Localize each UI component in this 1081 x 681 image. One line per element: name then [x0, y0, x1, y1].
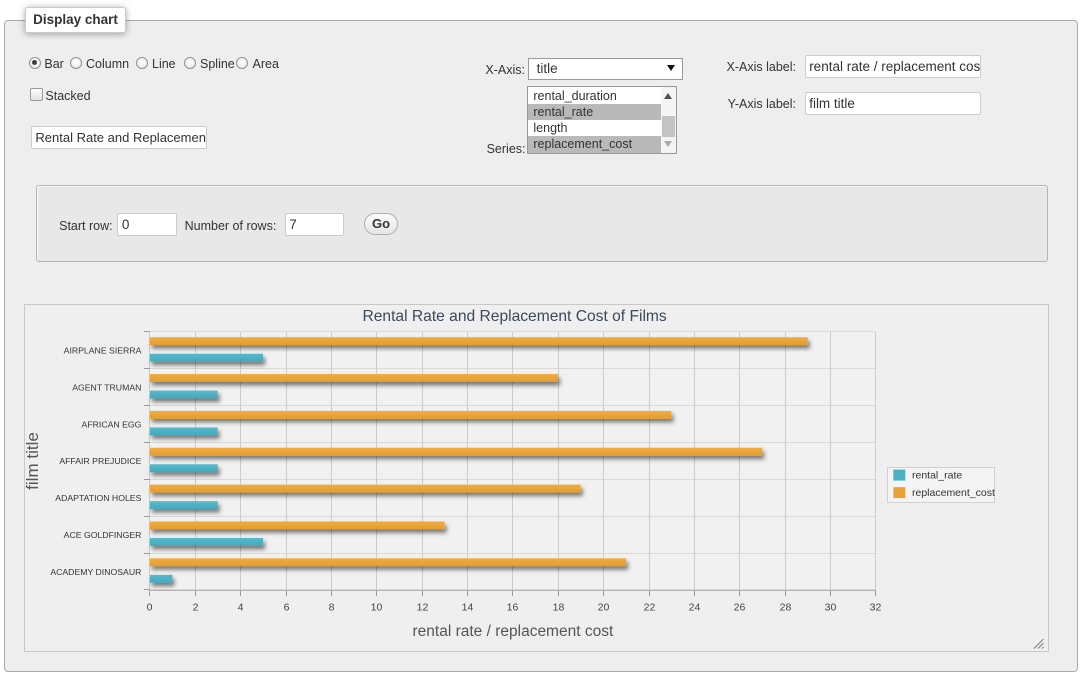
svg-text:10: 10 — [371, 602, 383, 614]
svg-text:18: 18 — [553, 602, 565, 614]
svg-text:AFFAIR PREJUDICE: AFFAIR PREJUDICE — [60, 456, 142, 466]
svg-text:2: 2 — [193, 602, 199, 614]
svg-text:28: 28 — [780, 602, 792, 614]
svg-text:30: 30 — [825, 602, 837, 614]
svg-text:ADAPTATION HOLES: ADAPTATION HOLES — [56, 493, 142, 503]
svg-text:Rental Rate and Replacement Co: Rental Rate and Replacement Cost of Film… — [363, 308, 667, 325]
svg-text:film title: film title — [25, 432, 42, 490]
svg-text:replacement_cost: replacement_cost — [912, 487, 995, 499]
svg-text:4: 4 — [238, 602, 244, 614]
svg-text:26: 26 — [734, 602, 746, 614]
svg-text:rental rate / replacement cost: rental rate / replacement cost — [413, 623, 614, 640]
svg-text:24: 24 — [689, 602, 701, 614]
svg-text:AFRICAN EGG: AFRICAN EGG — [82, 419, 142, 429]
svg-text:16: 16 — [507, 602, 519, 614]
svg-text:32: 32 — [870, 602, 882, 614]
svg-text:8: 8 — [329, 602, 335, 614]
svg-text:22: 22 — [644, 602, 656, 614]
svg-text:20: 20 — [598, 602, 610, 614]
svg-text:rental_rate: rental_rate — [912, 469, 962, 481]
svg-text:ACADEMY DINOSAUR: ACADEMY DINOSAUR — [51, 567, 142, 577]
svg-text:12: 12 — [417, 602, 429, 614]
svg-text:6: 6 — [284, 602, 290, 614]
svg-text:ACE GOLDFINGER: ACE GOLDFINGER — [64, 530, 142, 540]
svg-text:AIRPLANE SIERRA: AIRPLANE SIERRA — [64, 346, 142, 356]
svg-text:AGENT TRUMAN: AGENT TRUMAN — [73, 382, 142, 392]
svg-text:14: 14 — [462, 602, 474, 614]
svg-text:0: 0 — [147, 602, 153, 614]
